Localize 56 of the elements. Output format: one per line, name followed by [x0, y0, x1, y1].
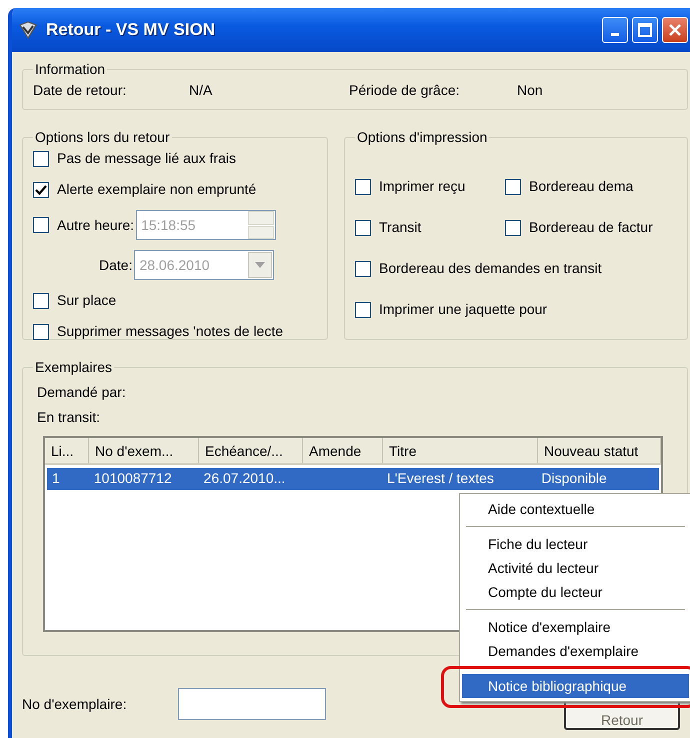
- group-title: Options d'impression: [356, 130, 488, 144]
- checkbox[interactable]: [355, 302, 371, 318]
- menu-item[interactable]: Demandes d'exemplaire: [462, 639, 689, 663]
- close-button[interactable]: [662, 17, 688, 43]
- checkbox-label: Bordereau des demandes en transit: [379, 259, 602, 278]
- column-header[interactable]: No d'exem...: [89, 438, 199, 463]
- group-title: Information: [34, 62, 106, 76]
- minimize-button[interactable]: [602, 17, 628, 43]
- menu-item[interactable]: Notice bibliographique: [462, 674, 689, 698]
- menu-item[interactable]: Activité du lecteur: [462, 556, 689, 580]
- field-label: No d'exemplaire:: [22, 694, 128, 714]
- checkbox[interactable]: [33, 150, 49, 166]
- window-title: Retour - VS MV SION: [46, 19, 216, 42]
- column-header[interactable]: Nouveau statut: [538, 438, 661, 463]
- checkbox[interactable]: [505, 178, 521, 194]
- field-value: N/A: [189, 81, 212, 100]
- checkbox-label: Supprimer messages 'notes de lecte: [57, 322, 284, 341]
- checkbox[interactable]: [355, 260, 371, 276]
- checkbox[interactable]: [355, 178, 371, 194]
- field-label: Date:: [99, 256, 132, 274]
- checkbox[interactable]: [33, 182, 49, 198]
- checkbox[interactable]: [355, 220, 371, 236]
- copy-number-field[interactable]: [178, 688, 326, 720]
- checkbox-label: Transit: [379, 218, 422, 237]
- checkbox-label: Bordereau dema: [529, 177, 634, 196]
- menu-item[interactable]: Fiche du lecteur: [462, 532, 689, 556]
- group-title: Exemplaires: [34, 360, 114, 374]
- checkbox[interactable]: [505, 220, 521, 236]
- app-icon: [18, 20, 38, 40]
- checkbox[interactable]: [33, 324, 49, 340]
- minimize-icon: [611, 32, 619, 36]
- checkbox-label: Imprimer reçu: [379, 177, 466, 196]
- checkbox-label: Autre heure:: [57, 216, 134, 234]
- checkbox-label: Alerte exemplaire non emprunté: [57, 180, 256, 199]
- menu-item[interactable]: Notice d'exemplaire: [462, 615, 689, 639]
- close-icon: [668, 23, 682, 37]
- checkbox-label: Bordereau de factur: [529, 218, 653, 237]
- field-label: En transit:: [37, 408, 100, 427]
- maximize-button[interactable]: [632, 17, 658, 43]
- field-value: Non: [517, 81, 543, 100]
- checkbox-label: Imprimer une jaquette pour: [379, 300, 548, 319]
- column-header[interactable]: Amende: [303, 438, 383, 463]
- field-label: Période de grâce:: [349, 81, 461, 100]
- checkbox-label: Sur place: [57, 291, 116, 310]
- table-row[interactable]: 1 1010087712 26.07.2010... L'Everest / textes Disponible: [47, 468, 659, 490]
- column-header[interactable]: Titre: [383, 438, 538, 463]
- checkbox-label: Pas de message lié aux frais: [57, 149, 236, 168]
- menu-item[interactable]: Compte du lecteur: [462, 580, 689, 604]
- column-header[interactable]: Li...: [45, 438, 89, 463]
- checkbox[interactable]: [33, 292, 49, 308]
- field-label: Date de retour:: [33, 81, 128, 100]
- maximize-icon: [638, 23, 652, 37]
- menu-item[interactable]: Aide contextuelle: [462, 497, 689, 521]
- group-title: Options lors du retour: [34, 130, 171, 144]
- column-header[interactable]: Echéance/...: [199, 438, 303, 463]
- field-label: Demandé par:: [37, 383, 126, 402]
